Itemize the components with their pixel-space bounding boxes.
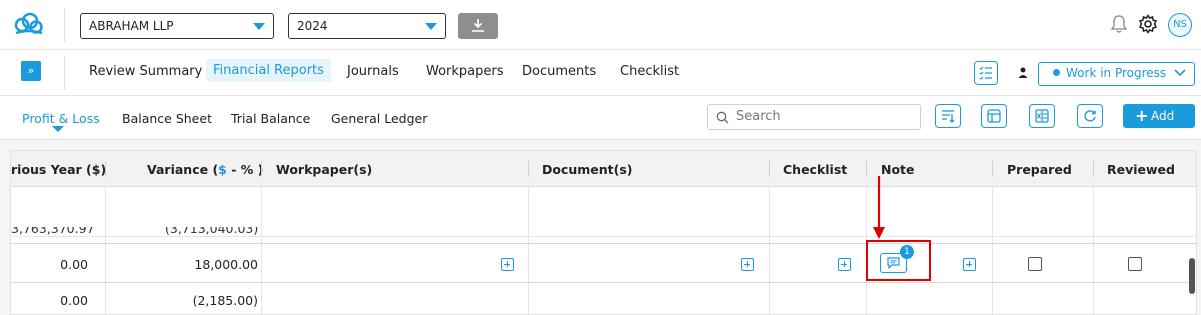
column-line (769, 187, 770, 314)
column-separator (1093, 161, 1094, 177)
column-line (1093, 187, 1094, 314)
header-variance[interactable]: Variance ($ - % ) (147, 162, 263, 177)
excel-icon (1035, 109, 1049, 123)
user-avatar[interactable]: NS (1168, 13, 1192, 37)
report-grid-area: rious Year ($) Variance ($ - % ) Workpap… (0, 140, 1201, 315)
header-prepared[interactable]: Prepared (1007, 162, 1072, 177)
row-divider (11, 236, 1196, 237)
reviewed-checkbox[interactable] (1128, 257, 1142, 271)
add-checklist-icon[interactable] (838, 258, 851, 271)
column-separator (261, 161, 262, 177)
add-button-label: Add (1151, 109, 1175, 123)
cell-variance: 18,000.00 (194, 257, 258, 272)
client-select[interactable]: ABRAHAM LLP (80, 13, 274, 39)
grid-header: rious Year ($) Variance ($ - % ) Workpap… (11, 151, 1196, 187)
divider (64, 8, 65, 42)
column-separator (866, 161, 867, 177)
vertical-scrollbar[interactable] (1189, 258, 1195, 294)
nav-review-summary[interactable]: Review Summary (89, 64, 202, 79)
cell-previous-year: 0.00 (60, 257, 88, 272)
top-bar: ABRAHAM LLP 2024 NS (0, 0, 1201, 50)
nav-journals[interactable]: Journals (347, 64, 399, 79)
active-tab-indicator (52, 126, 64, 132)
refresh-button[interactable] (1077, 104, 1103, 128)
tab-trial-balance[interactable]: Trial Balance (231, 111, 310, 126)
status-dot-icon (1053, 69, 1060, 76)
row-divider (11, 243, 1196, 244)
column-line (261, 187, 262, 314)
client-select-value: ABRAHAM LLP (89, 19, 174, 33)
search-icon (716, 111, 729, 124)
tab-profit-loss[interactable]: Profit & Loss (22, 111, 100, 126)
header-note[interactable]: Note (881, 162, 915, 177)
sort-button[interactable] (935, 104, 961, 128)
expand-sidebar-button[interactable]: » (21, 61, 41, 81)
variance-prefix: Variance ( (147, 162, 219, 177)
avatar-initials: NS (1173, 19, 1187, 30)
download-button[interactable] (458, 13, 498, 39)
search-input[interactable]: Search (707, 104, 921, 130)
chevron-down-icon (1174, 69, 1186, 77)
status-value: Work in Progress (1066, 66, 1167, 80)
cell-variance: (3,713,040.03) (165, 227, 259, 236)
column-separator (105, 161, 106, 177)
search-placeholder: Search (736, 109, 781, 124)
nav-documents[interactable]: Documents (522, 64, 596, 79)
sort-icon (942, 110, 955, 123)
cell-previous-year: 0.00 (60, 293, 88, 308)
prepared-checkbox[interactable] (1028, 257, 1042, 271)
column-line (992, 187, 993, 314)
year-select-value: 2024 (297, 19, 328, 33)
chevron-down-icon (253, 23, 265, 30)
column-separator (769, 161, 770, 177)
main-nav: » Review Summary Financial Reports Journ… (0, 50, 1201, 96)
user-icon (1018, 67, 1028, 78)
header-documents[interactable]: Document(s) (542, 162, 633, 177)
add-workpaper-icon[interactable] (501, 258, 514, 271)
nav-financial-reports[interactable]: Financial Reports (206, 59, 331, 82)
plus-icon: + (1135, 106, 1149, 125)
chevron-down-icon (425, 23, 437, 30)
columns-button[interactable] (981, 104, 1007, 128)
column-separator (992, 161, 993, 177)
tab-balance-sheet[interactable]: Balance Sheet (122, 111, 212, 126)
add-note-icon[interactable] (963, 258, 976, 271)
variance-suffix: - % ) (226, 162, 264, 177)
add-button[interactable]: + Add (1123, 104, 1195, 128)
download-icon (472, 19, 484, 32)
nav-workpapers[interactable]: Workpapers (426, 64, 504, 79)
gear-icon[interactable] (1138, 14, 1158, 34)
highlight-box (866, 240, 931, 281)
column-line (105, 187, 106, 314)
nav-checklist[interactable]: Checklist (620, 64, 679, 79)
row-divider (11, 282, 1196, 283)
divider (64, 56, 65, 90)
header-workpapers[interactable]: Workpaper(s) (276, 162, 372, 177)
cell-variance: (2,185.00) (192, 293, 258, 308)
header-checklist[interactable]: Checklist (783, 162, 847, 177)
tab-general-ledger[interactable]: General Ledger (331, 111, 427, 126)
refresh-icon (1084, 110, 1096, 122)
cell-previous-year: 3,763,370.97 (11, 227, 95, 236)
double-chevron-right-icon: » (27, 64, 35, 77)
arrow-down-icon (873, 176, 885, 239)
header-previous-year[interactable]: rious Year ($) (11, 162, 106, 177)
add-document-icon[interactable] (741, 258, 754, 271)
bell-icon[interactable] (1110, 14, 1128, 34)
cloud-logo-icon[interactable] (12, 11, 44, 39)
header-reviewed[interactable]: Reviewed (1107, 162, 1175, 177)
variance-dollar: $ (218, 162, 227, 177)
report-tabs: Profit & Loss Balance Sheet Trial Balanc… (0, 96, 1201, 140)
status-select[interactable]: Work in Progress (1038, 62, 1195, 86)
export-excel-button[interactable] (1029, 104, 1055, 128)
list-check-icon (979, 66, 992, 80)
year-select[interactable]: 2024 (288, 13, 446, 39)
column-separator (528, 161, 529, 177)
report-grid: rious Year ($) Variance ($ - % ) Workpap… (10, 150, 1197, 315)
columns-icon (987, 109, 1001, 123)
checklist-view-button[interactable] (974, 61, 998, 85)
column-line (528, 187, 529, 314)
